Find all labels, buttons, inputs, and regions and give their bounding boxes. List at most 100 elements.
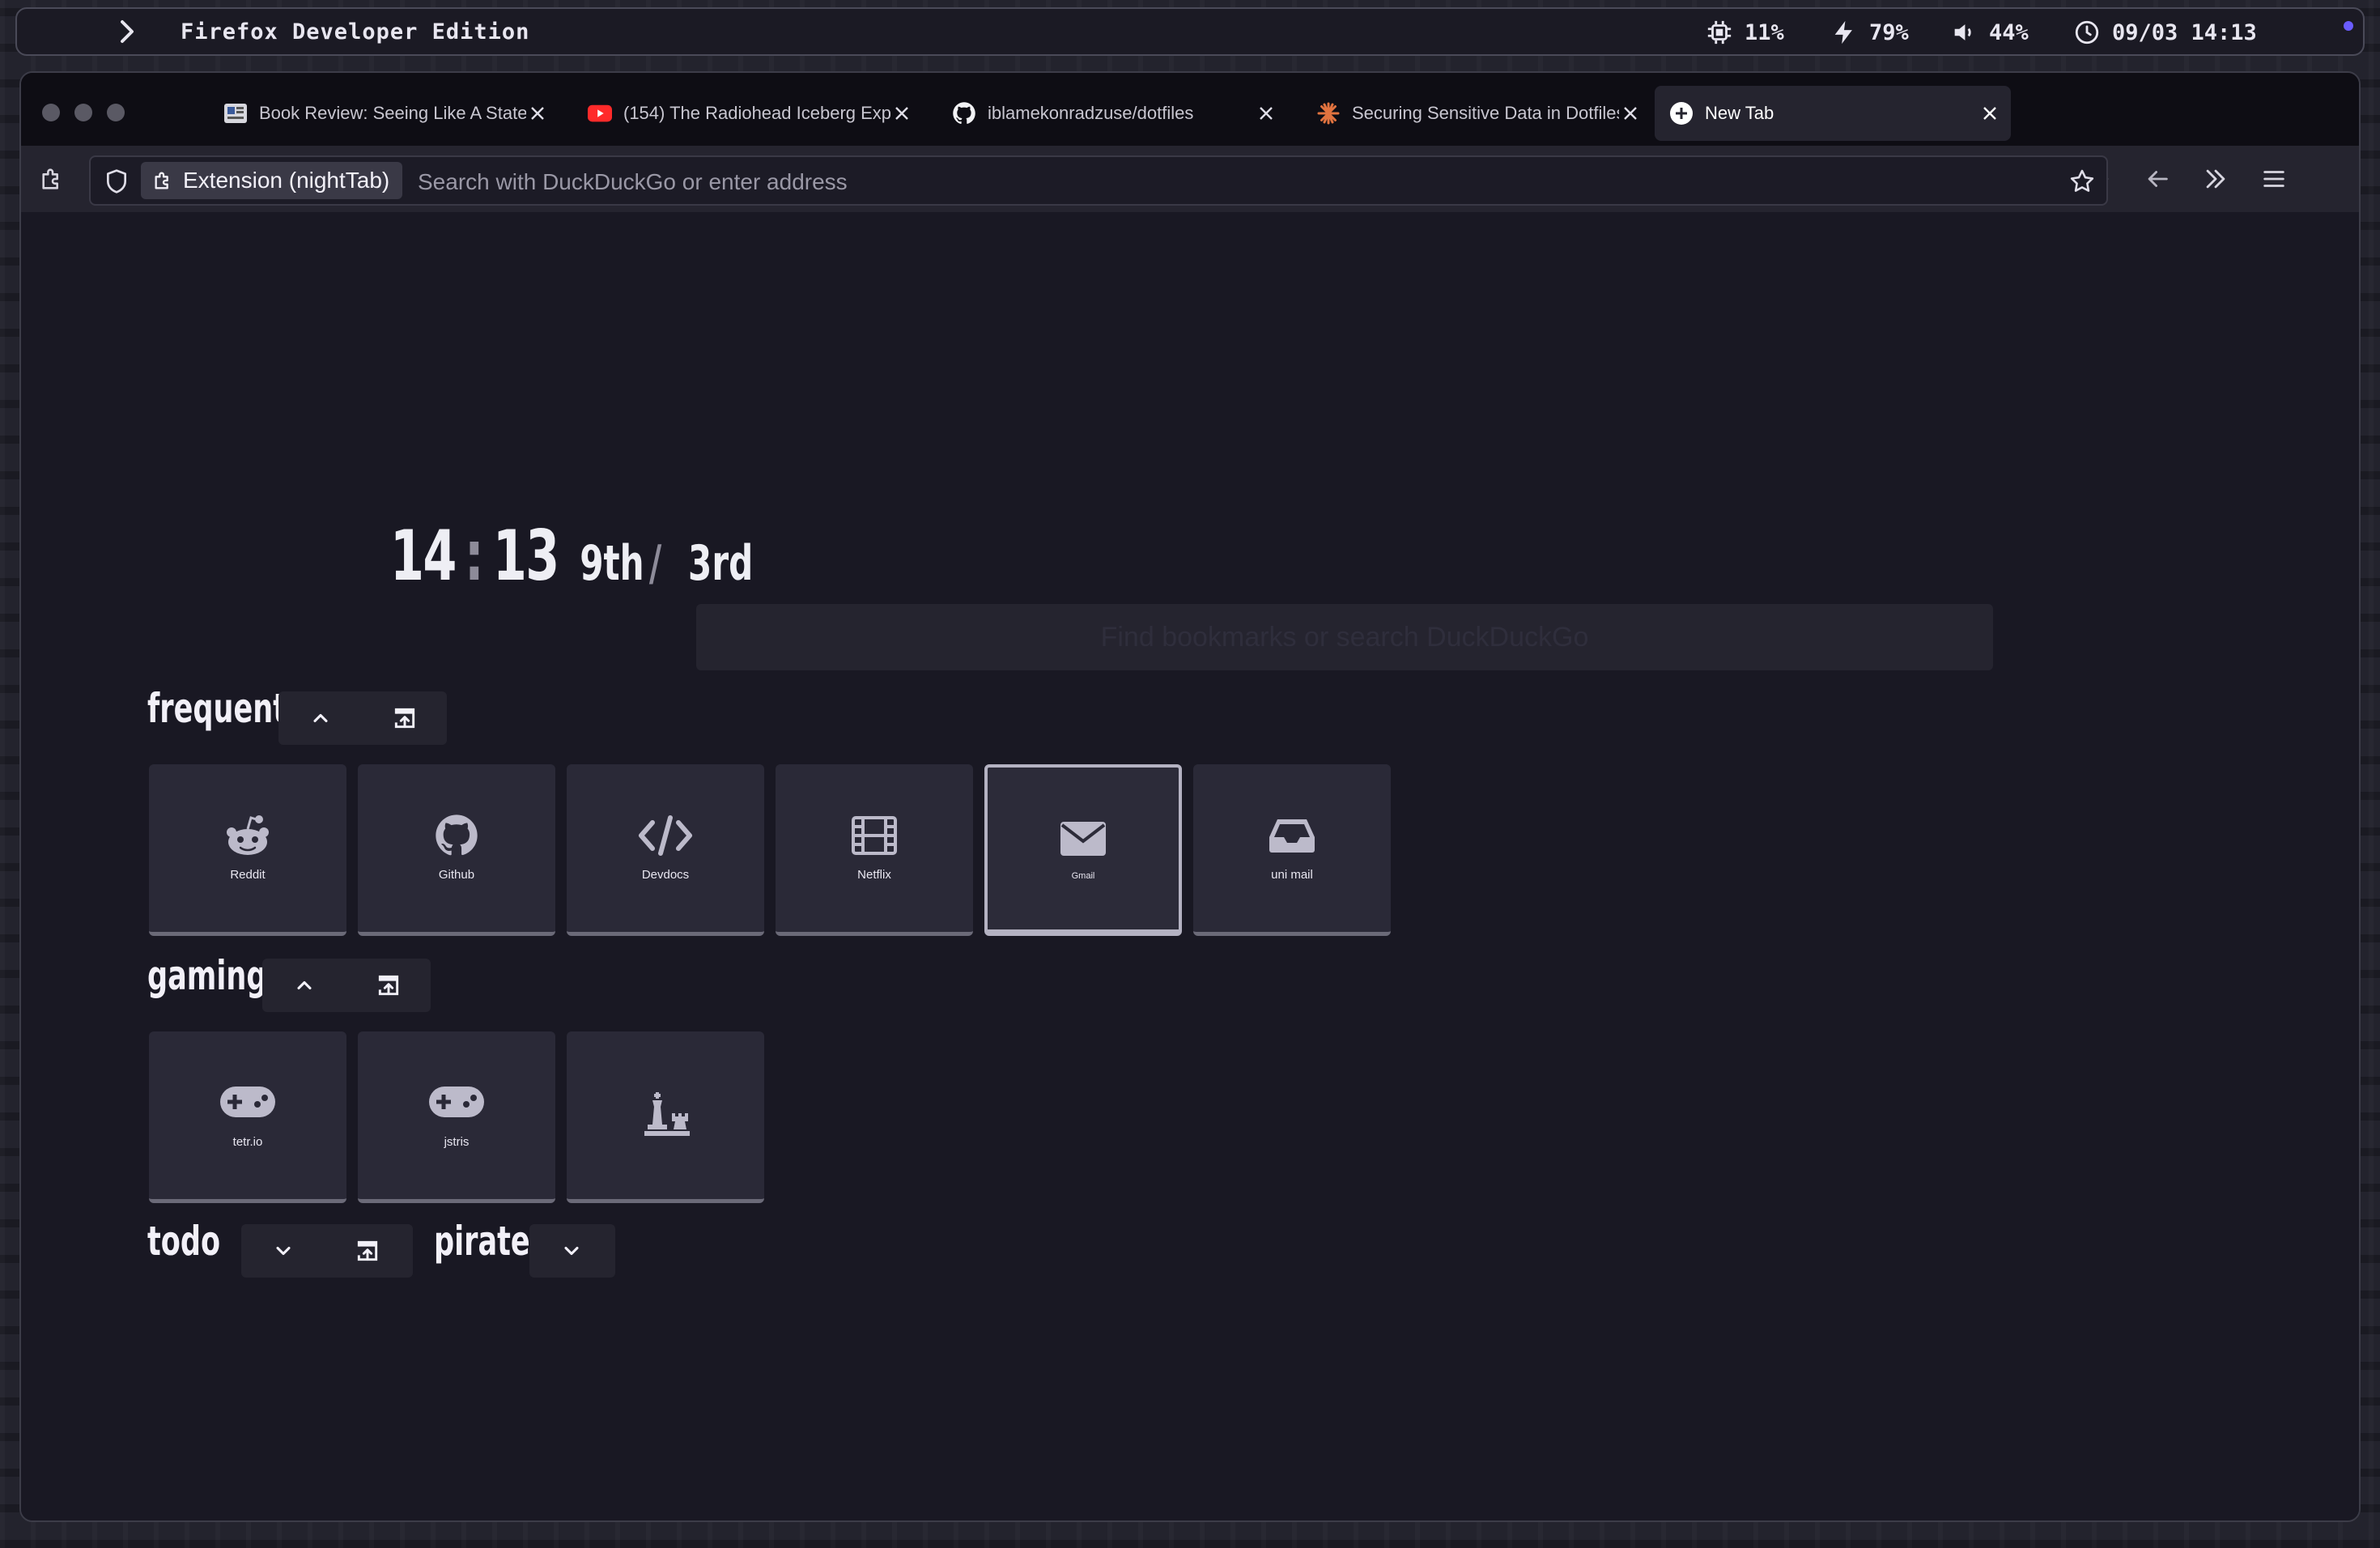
clock-separator: : bbox=[464, 516, 484, 597]
bookmark-tile-uni-mail[interactable]: uni mail bbox=[1193, 764, 1391, 936]
open-all-button[interactable] bbox=[363, 691, 447, 745]
film-icon bbox=[776, 811, 973, 860]
bookmark-tile-gmail[interactable]: Gmail bbox=[984, 764, 1182, 936]
close-icon[interactable] bbox=[1255, 102, 1277, 125]
github-icon bbox=[358, 811, 555, 860]
double-chevron-right-icon bbox=[2206, 169, 2225, 189]
new-tab-page: 14 : 13 9th / 3rd frequent Reddit Github… bbox=[21, 212, 2359, 1520]
window-minimize-button[interactable] bbox=[74, 104, 92, 121]
close-icon[interactable] bbox=[1619, 102, 1642, 125]
bookmark-tile-reddit[interactable]: Reddit bbox=[149, 764, 346, 936]
bookmark-search-input[interactable] bbox=[696, 604, 1993, 670]
bookmark-label: jstris bbox=[444, 1135, 470, 1149]
address-input[interactable] bbox=[416, 164, 2006, 201]
newspaper-icon bbox=[223, 101, 248, 125]
group-title-frequent: frequent bbox=[147, 685, 287, 732]
open-all-icon bbox=[357, 1240, 378, 1261]
clock-icon bbox=[2075, 20, 2099, 45]
collapse-group-button[interactable] bbox=[262, 959, 346, 1012]
window-close-button[interactable] bbox=[42, 104, 60, 121]
collapse-group-button[interactable] bbox=[278, 691, 363, 745]
group-title-gaming: gaming bbox=[147, 952, 267, 999]
chevron-down-icon bbox=[276, 1246, 291, 1256]
window-zoom-button[interactable] bbox=[107, 104, 125, 121]
extension-label: Extension (nightTab) bbox=[183, 168, 390, 193]
bookmark-tile-jstris[interactable]: jstris bbox=[358, 1031, 555, 1203]
bookmark-label: tetr.io bbox=[232, 1135, 263, 1149]
notification-dot bbox=[2344, 21, 2353, 31]
overflow-button[interactable] bbox=[2199, 162, 2233, 196]
speaker-icon bbox=[1954, 24, 1971, 40]
cpu-value: 11% bbox=[1745, 19, 1784, 45]
extensions-button[interactable] bbox=[36, 162, 70, 196]
open-all-button[interactable] bbox=[346, 959, 431, 1012]
lightning-icon bbox=[1834, 20, 1852, 45]
github-icon bbox=[952, 101, 976, 125]
close-icon[interactable] bbox=[890, 102, 913, 125]
reddit-icon bbox=[149, 811, 346, 860]
expand-group-button[interactable] bbox=[529, 1224, 614, 1278]
bookmark-tile-netflix[interactable]: Netflix bbox=[776, 764, 973, 936]
group-controls-frequent bbox=[278, 691, 447, 745]
group-controls-todo bbox=[241, 1224, 413, 1278]
open-all-icon bbox=[378, 975, 399, 996]
puzzle-icon bbox=[42, 168, 58, 189]
extension-identity-chip[interactable]: Extension (nightTab) bbox=[141, 162, 403, 199]
battery-value: 79% bbox=[1869, 19, 1909, 45]
clock-indicator: 09/03 14:13 bbox=[2073, 19, 2257, 46]
bookmark-tile-tetrio[interactable]: tetr.io bbox=[149, 1031, 346, 1203]
bookmark-tile-github[interactable]: Github bbox=[358, 764, 555, 936]
url-bar[interactable]: Extension (nightTab) bbox=[89, 155, 2108, 206]
group-controls-pirate bbox=[529, 1224, 615, 1278]
bookmark-label: Github bbox=[438, 868, 475, 882]
star-icon[interactable] bbox=[2066, 165, 2098, 198]
tab-book-review[interactable]: Book Review: Seeing Like A State bbox=[209, 86, 559, 141]
tab-radiohead[interactable]: (154) The Radiohead Iceberg Explained bbox=[573, 86, 923, 141]
chess-icon bbox=[567, 1090, 764, 1138]
clock-minutes: 13 bbox=[492, 516, 559, 597]
tab-label: New Tab bbox=[1705, 103, 1774, 123]
active-app-title: Firefox Developer Edition bbox=[181, 19, 530, 45]
group-title-pirate: pirate bbox=[434, 1218, 530, 1265]
hamburger-icon bbox=[2263, 171, 2284, 187]
clock-hours: 14 bbox=[390, 516, 457, 597]
system-bar: Firefox Developer Edition 11% 79% 44% 09… bbox=[15, 7, 2365, 56]
tab-securing-dotfiles[interactable]: Securing Sensitive Data in Dotfiles bbox=[1302, 86, 1651, 141]
claude-icon bbox=[1316, 101, 1341, 125]
bookmark-tile-chess[interactable] bbox=[567, 1031, 764, 1203]
open-all-button[interactable] bbox=[325, 1224, 410, 1278]
bookmark-label: uni mail bbox=[1271, 868, 1313, 882]
date-month: 3rd bbox=[688, 535, 754, 592]
tab-new-tab[interactable]: New Tab bbox=[1655, 86, 2011, 141]
tab-dotfiles[interactable]: iblamekonradzuse/dotfiles bbox=[937, 86, 1287, 141]
expand-group-button[interactable] bbox=[241, 1224, 325, 1278]
close-icon[interactable] bbox=[1978, 102, 2001, 125]
chevron-up-icon bbox=[297, 980, 312, 990]
date-day: 9th bbox=[580, 535, 644, 592]
chevron-right-icon[interactable] bbox=[113, 17, 142, 46]
shield-icon[interactable] bbox=[100, 165, 133, 198]
close-icon[interactable] bbox=[526, 102, 549, 125]
clock-date: 14 : 13 9th / 3rd bbox=[390, 516, 753, 597]
volume-indicator: 44% bbox=[1950, 19, 2029, 46]
puzzle-icon bbox=[155, 172, 168, 189]
gamepad-icon bbox=[149, 1078, 346, 1127]
chevron-up-icon bbox=[313, 713, 328, 723]
battery-indicator: 79% bbox=[1830, 19, 1909, 46]
back-button[interactable] bbox=[2140, 162, 2174, 196]
tab-label: (154) The Radiohead Iceberg Explained bbox=[623, 103, 890, 123]
open-all-icon bbox=[394, 708, 415, 729]
tab-strip: Book Review: Seeing Like A State (154) T… bbox=[21, 73, 2359, 146]
volume-value: 44% bbox=[1989, 19, 2029, 45]
tab-label: Securing Sensitive Data in Dotfiles bbox=[1352, 103, 1619, 123]
bookmark-label: Gmail bbox=[1071, 871, 1095, 881]
tab-label: iblamekonradzuse/dotfiles bbox=[988, 103, 1194, 123]
bookmark-label: Netflix bbox=[857, 868, 891, 882]
menu-button[interactable] bbox=[2257, 162, 2291, 196]
youtube-icon bbox=[588, 101, 612, 125]
cpu-icon bbox=[1707, 20, 1732, 45]
tab-label: Book Review: Seeing Like A State bbox=[259, 103, 526, 123]
code-icon bbox=[567, 811, 764, 860]
inbox-icon bbox=[1193, 811, 1391, 860]
bookmark-tile-devdocs[interactable]: Devdocs bbox=[567, 764, 764, 936]
